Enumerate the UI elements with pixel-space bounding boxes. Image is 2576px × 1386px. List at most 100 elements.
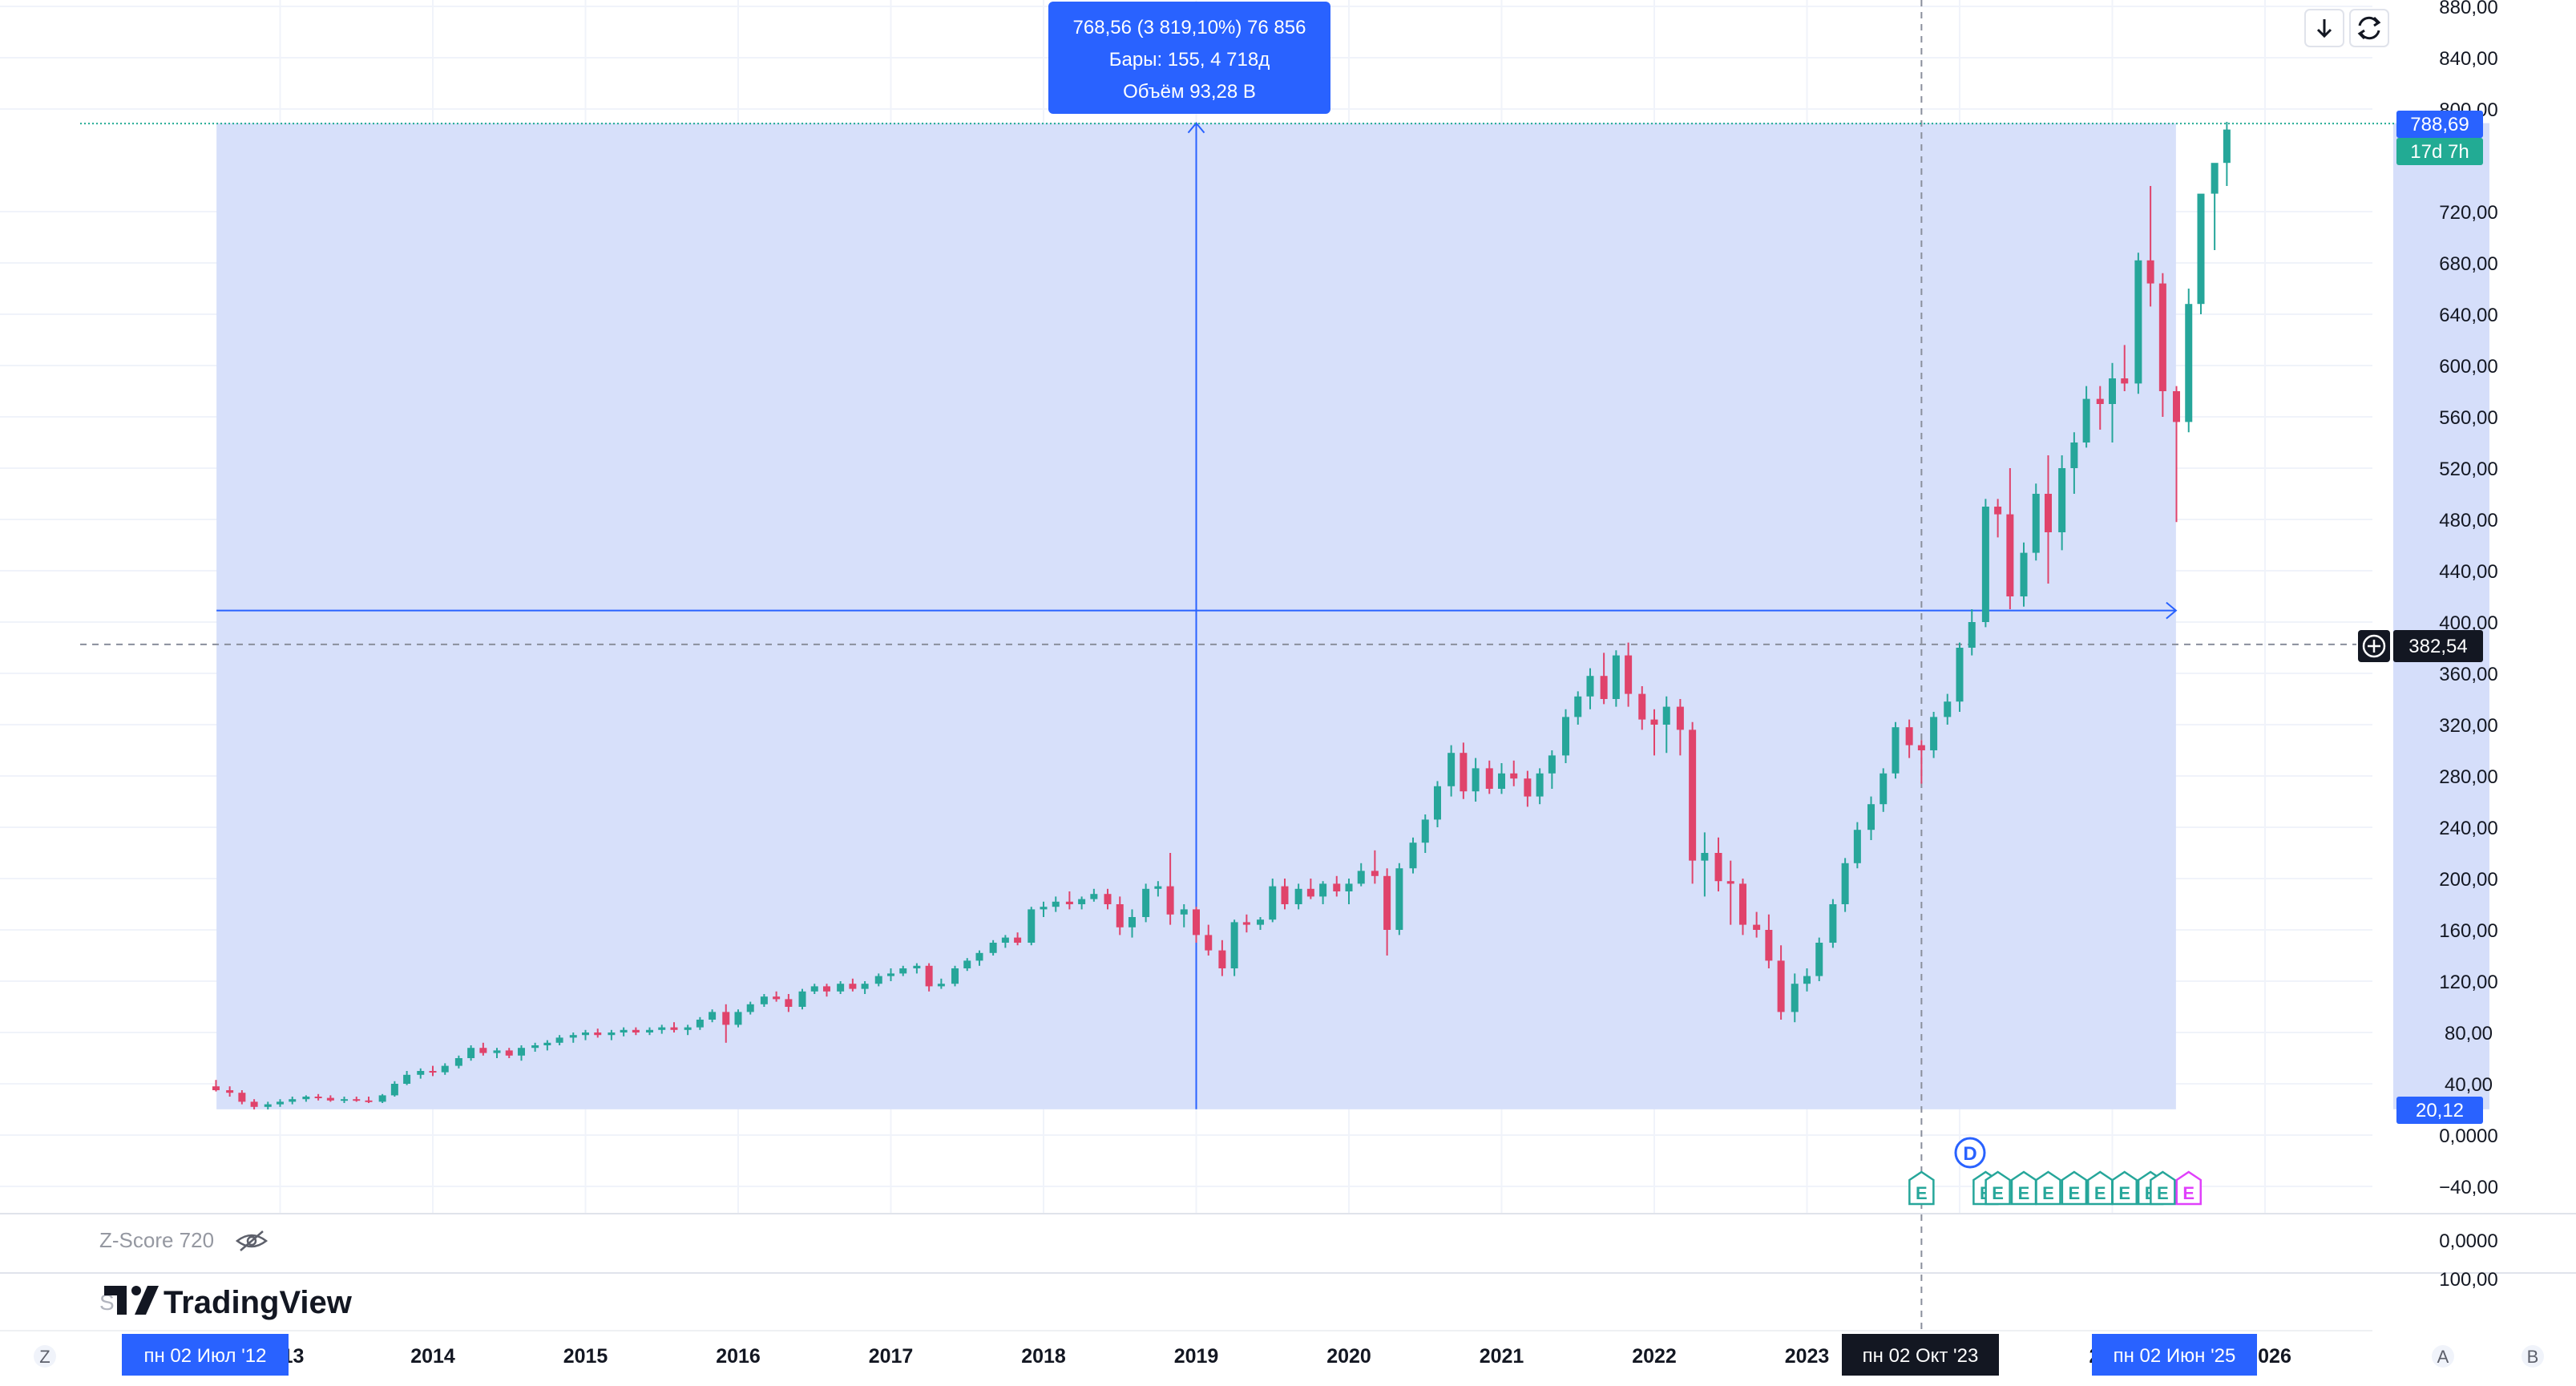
trading-chart[interactable]: 880,00 840,00 800,00 720,00 680,00 640,00 600,… (0, 0, 2576, 1382)
auto-scale-button[interactable]: A (2437, 1347, 2449, 1367)
time-tick-label: 2018 (1021, 1345, 1066, 1368)
candle-body (1853, 830, 1861, 863)
candle[interactable] (1612, 650, 1620, 707)
candle-body (1510, 773, 1518, 779)
candle-body (1230, 922, 1238, 968)
candle-body (2158, 283, 2166, 391)
range-start-date: пн 02 Июл '12 (144, 1345, 267, 1367)
candle-body (1333, 883, 1341, 891)
candle[interactable] (734, 1009, 742, 1028)
candle-body (1829, 904, 1837, 943)
candle-body (2121, 378, 2129, 384)
candle[interactable] (1689, 721, 1697, 884)
candle-body (2173, 391, 2181, 422)
candle-body (1753, 924, 1761, 930)
candle[interactable] (798, 988, 806, 1010)
candle-body (1815, 943, 1823, 976)
candle[interactable] (1028, 907, 1036, 946)
candle-body (1040, 907, 1048, 910)
price-tick-label: 0,0000 (2439, 1125, 2497, 1147)
crosshair-add-button[interactable] (2358, 630, 2390, 662)
z-button[interactable]: Z (39, 1347, 50, 1367)
candle-body (1065, 901, 1073, 904)
candle-body (620, 1029, 628, 1032)
earnings-marker[interactable]: E (2061, 1170, 2088, 1206)
candle-body (505, 1050, 513, 1056)
candle-body (1294, 888, 1302, 904)
earnings-marker[interactable]: E (2035, 1170, 2061, 1206)
price-tick-label: 480,00 (2439, 510, 2497, 531)
candle[interactable] (1395, 863, 1403, 935)
candle-body (1676, 706, 1684, 730)
price-tick-label: 600,00 (2439, 356, 2497, 378)
candle-body (1880, 773, 1888, 805)
earnings-marker[interactable]: E (2010, 1170, 2037, 1206)
candle-body (1028, 909, 1036, 943)
candle[interactable] (1981, 499, 1989, 628)
price-tick-label: 640,00 (2439, 305, 2497, 326)
candle-body (1218, 950, 1226, 968)
earnings-marker[interactable]: E (2150, 1170, 2176, 1206)
candle-body (594, 1032, 602, 1036)
range-end-date: пн 02 Июн '25 (2114, 1345, 2236, 1367)
price-tick-label: 120,00 (2439, 972, 2497, 993)
candle[interactable] (2032, 483, 2040, 561)
crosshair-date: пн 02 Окт '23 (1863, 1345, 1979, 1367)
earnings-marker[interactable]: E (2087, 1170, 2114, 1206)
candle[interactable] (1829, 899, 1837, 948)
candle-body (2020, 552, 2028, 596)
indicator-name[interactable]: Z-Score 720 (99, 1228, 214, 1252)
earnings-marker[interactable]: E (2175, 1170, 2202, 1206)
time-tick-label: 2021 (1480, 1345, 1524, 1368)
candle-body (887, 973, 894, 976)
candle-body (696, 1020, 704, 1028)
reset-chart-button[interactable] (2349, 9, 2389, 47)
candle-body (1625, 655, 1633, 694)
candle-body (2070, 442, 2078, 468)
chart-canvas[interactable]: 880,00840,00800,00720,00680,00640,00600,… (0, 0, 2576, 1382)
candle-body (975, 952, 983, 961)
candle[interactable] (1841, 858, 1849, 912)
price-tick-label: 160,00 (2439, 920, 2497, 942)
candle-body (1409, 843, 1417, 869)
candle-body (913, 965, 921, 968)
candle-body (1994, 507, 2002, 515)
candle-body (1014, 937, 1022, 943)
candle-body (1956, 648, 1964, 702)
earnings-marker[interactable]: E (2111, 1170, 2138, 1206)
earnings-marker[interactable]: E (1984, 1170, 2011, 1206)
candle-body (1662, 706, 1670, 725)
candle-body (2223, 129, 2231, 164)
candle[interactable] (378, 1093, 386, 1103)
candle-body (250, 1101, 258, 1107)
scale-b-button[interactable]: B (2527, 1347, 2539, 1367)
candle[interactable] (1230, 919, 1238, 976)
scroll-to-latest-button[interactable] (2304, 9, 2344, 47)
candle-body (264, 1104, 272, 1107)
candle-body (2197, 193, 2205, 305)
candle-body (1791, 984, 1799, 1012)
candle-body (646, 1029, 654, 1032)
candle-body (467, 1048, 475, 1058)
earnings-marker[interactable]: E (1908, 1170, 1935, 1206)
candle-body (1981, 507, 1989, 622)
candle[interactable] (1815, 937, 1823, 981)
dividend-marker[interactable]: D (1954, 1137, 1986, 1169)
candle-body (1689, 729, 1697, 861)
candle[interactable] (1409, 837, 1417, 874)
measure-tooltip-volume: Объём 93,28 B (1123, 81, 1256, 103)
candle[interactable] (951, 965, 959, 987)
candle[interactable] (1892, 721, 1900, 779)
earnings-label: E (2157, 1183, 2169, 1203)
candle-body (670, 1027, 678, 1030)
candle-body (1638, 693, 1646, 720)
candle[interactable] (1142, 883, 1150, 923)
candle[interactable] (2197, 193, 2205, 314)
candle[interactable] (2134, 253, 2142, 394)
candle[interactable] (2185, 289, 2193, 433)
candle-body (1052, 901, 1060, 907)
candle-body (1205, 935, 1213, 951)
candle-body (341, 1099, 349, 1101)
candle[interactable] (1956, 642, 1964, 712)
candle[interactable] (1562, 709, 1570, 763)
